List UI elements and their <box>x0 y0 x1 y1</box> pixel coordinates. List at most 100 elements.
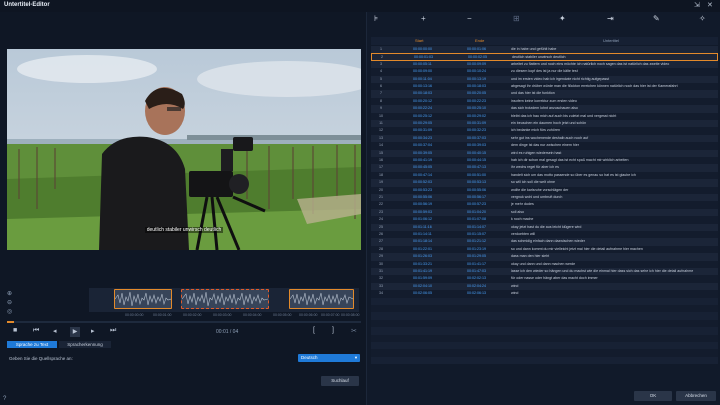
mark-out-icon[interactable]: ] <box>332 327 334 334</box>
row-end-time[interactable]: 00:00:51:00 <box>467 172 486 179</box>
table-row[interactable]: 3 00:00:05:11 00:00:09:09 arbeitet zu flatt… <box>371 60 718 69</box>
row-subtitle-text[interactable]: so will ich soll die welt ohne <box>511 179 716 186</box>
row-start-time[interactable]: 00:02:06:05 <box>413 290 432 297</box>
table-row[interactable]: 5 00:00:11:04 00:00:13:19 und im ersten vid… <box>371 75 718 83</box>
row-subtitle-text[interactable]: so und dann kommt du mir vielleicht jetz… <box>511 246 716 253</box>
row-subtitle-text[interactable]: hab ich dir schon mal gesagt das ist ech… <box>511 157 716 164</box>
row-start-time[interactable]: 00:00:22:24 <box>413 105 432 112</box>
row-subtitle-text[interactable]: soll also <box>511 209 716 216</box>
column-subtitle[interactable]: Untertitel <box>603 38 619 43</box>
row-start-time[interactable]: 00:00:56:19 <box>413 201 432 208</box>
pin-icon[interactable]: ⇲ <box>694 1 700 10</box>
table-row[interactable]: 33 00:02:04:10 00:02:04:24 wind <box>371 282 718 291</box>
row-start-time[interactable]: 00:00:00:00 <box>413 46 432 53</box>
row-end-time[interactable]: 00:00:01:06 <box>467 46 486 53</box>
column-start[interactable]: Start <box>415 38 423 43</box>
row-start-time[interactable]: 00:00:47:14 <box>413 172 432 179</box>
table-row[interactable]: 17 00:00:45:05 00:00:47:13 ihr wechs regel … <box>371 164 718 172</box>
row-start-time[interactable]: 00:00:59:03 <box>413 209 432 216</box>
subtitle-clip-3[interactable] <box>289 289 354 309</box>
subtitle-clip-2[interactable] <box>181 289 269 309</box>
table-row[interactable]: 19 00:00:52:03 00:00:53:13 so will ich soll… <box>371 179 718 187</box>
row-subtitle-text[interactable]: und im ersten video hab ich irgendwie ni… <box>511 76 716 83</box>
row-end-time[interactable]: 00:01:41:17 <box>467 261 486 268</box>
cancel-button[interactable]: Abbrechen <box>676 391 716 401</box>
row-start-time[interactable]: 00:00:37:04 <box>413 142 432 149</box>
row-subtitle-text[interactable]: k noch mache <box>511 216 716 223</box>
row-start-time[interactable]: 00:00:45:05 <box>413 164 432 171</box>
previous-subtitle-icon[interactable]: ⏮ <box>33 327 39 335</box>
row-start-time[interactable]: 00:00:34:23 <box>413 135 432 142</box>
row-subtitle-text[interactable]: verdoebten will <box>511 231 716 238</box>
row-start-time[interactable]: 00:00:09:00 <box>413 68 432 75</box>
row-end-time[interactable]: 00:00:57:23 <box>467 201 486 208</box>
help-icon[interactable]: ? <box>3 396 6 402</box>
table-row[interactable]: 30 00:01:33:21 00:01:41:17 okay und dann un… <box>371 260 718 268</box>
reset-icon[interactable]: ◎ <box>7 308 12 315</box>
table-row[interactable]: 34 00:02:06:05 00:02:06:13 wind <box>371 290 718 298</box>
row-start-time[interactable]: 00:01:41:19 <box>413 268 432 275</box>
row-end-time[interactable]: 00:02:04:24 <box>467 283 486 290</box>
row-start-time[interactable]: 00:02:04:10 <box>413 283 432 290</box>
row-end-time[interactable]: 00:00:09:09 <box>467 61 486 68</box>
insert-at-playhead-icon[interactable]: ⊧ <box>374 14 378 23</box>
table-row[interactable]: 31 00:01:41:19 00:01:47:03 lasse ich den wi… <box>371 268 718 276</box>
merge-icon[interactable]: ⊞ <box>513 14 520 23</box>
mark-in-icon[interactable]: [ <box>313 327 315 334</box>
row-subtitle-text[interactable]: arbeitet zu flattern und noch eins möcht… <box>511 61 716 68</box>
row-subtitle-text[interactable]: bleibt das ich hau mich auf auch bis zul… <box>511 113 716 120</box>
row-start-time[interactable]: 00:01:33:21 <box>413 261 432 268</box>
row-subtitle-text[interactable]: ihr wechs regel für aber ich es <box>511 164 716 171</box>
row-end-time[interactable]: 00:00:47:13 <box>467 164 486 171</box>
table-row[interactable]: 29 00:01:26:03 00:01:29:05 dass man den hie… <box>371 253 718 261</box>
table-row[interactable]: 32 00:01:59:09 00:02:02:13 für oder nasse o… <box>371 275 718 283</box>
table-row[interactable]: 11 00:00:29:05 00:00:31:09 ein beuschen ein… <box>371 120 718 128</box>
row-end-time[interactable]: 00:01:21:12 <box>467 238 486 245</box>
row-subtitle-text[interactable]: handelt sich um das motto passende so üb… <box>511 172 716 179</box>
table-row[interactable]: 7 00:00:18:03 00:00:20:05 und das hier ist … <box>371 90 718 98</box>
row-end-time[interactable]: 00:01:15:07 <box>467 231 486 238</box>
row-start-time[interactable]: 00:01:59:09 <box>413 275 432 282</box>
row-subtitle-text[interactable]: vergnuk wohl und umbruft durch <box>511 194 716 201</box>
table-row[interactable]: 13 00:00:34:23 00:00:37:03 sehr gut ins woc… <box>371 134 718 143</box>
table-row[interactable]: 21 00:00:55:06 00:00:56:17 vergnuk wohl und… <box>371 194 718 202</box>
row-start-time[interactable]: 00:01:14:11 <box>413 231 432 238</box>
row-subtitle-text[interactable]: okay und dann und dann machen werde <box>511 261 716 268</box>
table-row[interactable]: 27 00:01:18:14 00:01:21:12 das schmidig ein… <box>371 238 718 246</box>
style-icon[interactable]: ✧ <box>699 14 706 23</box>
row-end-time[interactable]: 00:00:56:17 <box>467 194 486 201</box>
row-start-time[interactable]: 00:00:18:03 <box>413 90 432 97</box>
row-start-time[interactable]: 00:01:06:12 <box>413 216 432 223</box>
table-row[interactable]: 1 00:00:00:00 00:00:01:06 die in habe und g… <box>371 46 718 54</box>
row-end-time[interactable]: 00:00:20:05 <box>467 90 486 97</box>
row-start-time[interactable]: 00:00:55:06 <box>413 194 432 201</box>
row-start-time[interactable]: 00:00:52:03 <box>413 179 432 186</box>
row-end-time[interactable]: 00:01:14:07 <box>467 224 486 231</box>
row-start-time[interactable]: 00:00:25:12 <box>413 113 432 120</box>
table-row[interactable]: 8 00:00:20:12 00:00:22:23 insofern keine ko… <box>371 97 718 106</box>
table-row[interactable]: 20 00:00:53:23 00:00:55:06 wollte die karls… <box>371 186 718 194</box>
row-subtitle-text[interactable]: lasse ich den wieder so hängen und du ma… <box>511 268 716 275</box>
effects-icon[interactable]: ✦ <box>559 14 566 23</box>
row-subtitle-text[interactable]: dem dinge ist das nur zwischen einem hie… <box>511 142 716 149</box>
split-icon[interactable]: ✂ <box>351 327 357 335</box>
stop-icon[interactable]: ■ <box>13 327 17 334</box>
row-subtitle-text[interactable]: insofern keine korrektur zum ersten vide… <box>511 98 716 105</box>
export-icon[interactable]: ⇥ <box>607 14 614 23</box>
row-subtitle-text[interactable]: für oder nasse oder hängt aber das macht… <box>511 275 716 282</box>
row-start-time[interactable]: 00:00:53:23 <box>413 187 432 194</box>
table-row[interactable]: 10 00:00:25:12 00:00:29:02 bleibt das ich h… <box>371 112 718 120</box>
table-row[interactable]: 15 00:00:39:05 00:00:40:15 wird es ruhigen … <box>371 149 718 157</box>
row-end-time[interactable]: 00:00:18:03 <box>467 83 486 90</box>
row-start-time[interactable]: 00:01:18:14 <box>413 238 432 245</box>
row-start-time[interactable]: 00:01:26:03 <box>413 253 432 260</box>
row-subtitle-text[interactable]: ich bedanke mich fürs zuhören <box>511 127 716 134</box>
column-end[interactable]: Ende <box>475 38 484 43</box>
remove-subtitle-icon[interactable]: − <box>467 14 472 23</box>
close-icon[interactable]: ✕ <box>707 1 713 10</box>
row-subtitle-text[interactable]: wind <box>511 283 716 290</box>
row-start-time[interactable]: 00:00:13:16 <box>413 83 432 90</box>
row-subtitle-text[interactable]: zu diesem kopf des ist ja nur die kälte … <box>511 68 716 75</box>
table-row[interactable]: 12 00:00:31:09 00:00:32:23 ich bedanke mich… <box>371 127 718 135</box>
edit-icon[interactable]: ✎ <box>653 14 660 23</box>
